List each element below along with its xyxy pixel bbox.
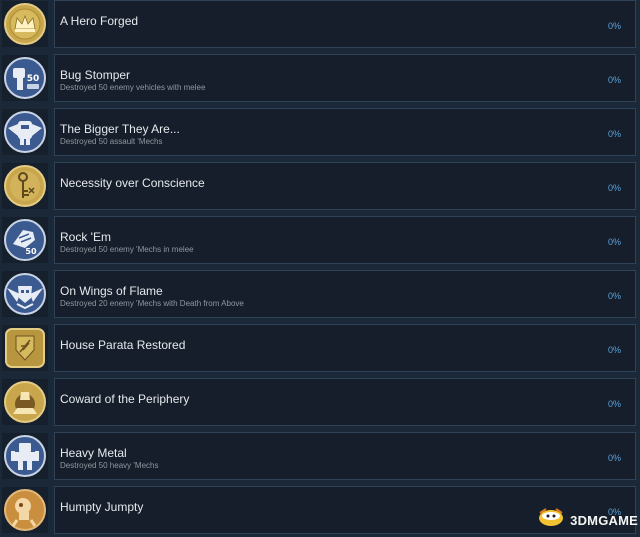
achievement-description: Destroyed 50 enemy vehicles with melee (60, 83, 206, 92)
achievement-row[interactable]: 50 Bug Stomper Destroyed 50 enemy vehicl… (0, 54, 640, 104)
achievement-card: Coward of the Periphery 0% (54, 378, 636, 426)
achievement-percent: 0% (607, 21, 621, 31)
achievement-description: Destroyed 20 enemy 'Mechs with Death fro… (60, 299, 244, 308)
watermark-text: 3DMGAME (570, 513, 638, 528)
achievement-card: A Hero Forged 0% (54, 0, 636, 48)
achievement-description: Destroyed 50 assault 'Mechs (60, 137, 163, 146)
watermark: 3DMGAME (536, 507, 638, 534)
achievement-card: Heavy Metal Destroyed 50 heavy 'Mechs 0% (54, 432, 636, 480)
achievement-row[interactable]: A Hero Forged 0% (0, 0, 640, 50)
watermark-logo-icon (536, 507, 566, 534)
jumping-mech-icon (2, 487, 48, 533)
achievement-percent: 0% (607, 75, 621, 85)
mech-fist-50-icon: 50 (2, 55, 48, 101)
achievement-title: Necessity over Conscience (60, 176, 205, 190)
achievement-card: On Wings of Flame Destroyed 20 enemy 'Me… (54, 270, 636, 318)
achievement-percent: 0% (607, 129, 621, 139)
achievement-title: House Parata Restored (60, 338, 186, 352)
achievement-row[interactable]: Necessity over Conscience 0% (0, 162, 640, 212)
key-icon (2, 163, 48, 209)
achievement-title: Coward of the Periphery (60, 392, 190, 406)
achievement-description: Destroyed 50 heavy 'Mechs (60, 461, 159, 470)
achievement-title: Rock 'Em (60, 230, 111, 244)
achievement-percent: 0% (607, 183, 621, 193)
achievement-title: On Wings of Flame (60, 284, 163, 298)
achievement-card: The Bigger They Are... Destroyed 50 assa… (54, 108, 636, 156)
achievement-description: Destroyed 50 enemy 'Mechs in melee (60, 245, 194, 254)
achievement-title: The Bigger They Are... (60, 122, 180, 136)
house-crest-icon (2, 325, 48, 371)
achievement-card: Necessity over Conscience 0% (54, 162, 636, 210)
winged-skull-icon (2, 271, 48, 317)
achievement-row[interactable]: 50 Rock 'Em Destroyed 50 enemy 'Mechs in… (0, 216, 640, 266)
fist-50-icon: 50 (2, 217, 48, 263)
achievement-card: Rock 'Em Destroyed 50 enemy 'Mechs in me… (54, 216, 636, 264)
achievement-row[interactable]: On Wings of Flame Destroyed 20 enemy 'Me… (0, 270, 640, 320)
achievement-row[interactable]: Coward of the Periphery 0% (0, 378, 640, 428)
periphery-emblem-icon (2, 379, 48, 425)
achievement-card: Bug Stomper Destroyed 50 enemy vehicles … (54, 54, 636, 102)
heavy-mech-icon (2, 433, 48, 479)
svg-text:50: 50 (25, 247, 37, 256)
achievement-title: Bug Stomper (60, 68, 131, 82)
achievement-title: Heavy Metal (60, 446, 127, 460)
svg-text:50: 50 (27, 74, 40, 84)
assault-mech-wings-icon (2, 109, 48, 155)
achievement-row[interactable]: The Bigger They Are... Destroyed 50 assa… (0, 108, 640, 158)
achievement-percent: 0% (607, 237, 621, 247)
crown-icon (2, 1, 48, 47)
achievement-percent: 0% (607, 291, 621, 301)
achievement-title: Humpty Jumpty (60, 500, 144, 514)
achievement-percent: 0% (607, 399, 621, 409)
achievement-row[interactable]: Heavy Metal Destroyed 50 heavy 'Mechs 0% (0, 432, 640, 482)
achievement-percent: 0% (607, 453, 621, 463)
achievement-title: A Hero Forged (60, 14, 139, 28)
achievement-card: House Parata Restored 0% (54, 324, 636, 372)
achievement-percent: 0% (607, 345, 621, 355)
achievement-row[interactable]: House Parata Restored 0% (0, 324, 640, 374)
